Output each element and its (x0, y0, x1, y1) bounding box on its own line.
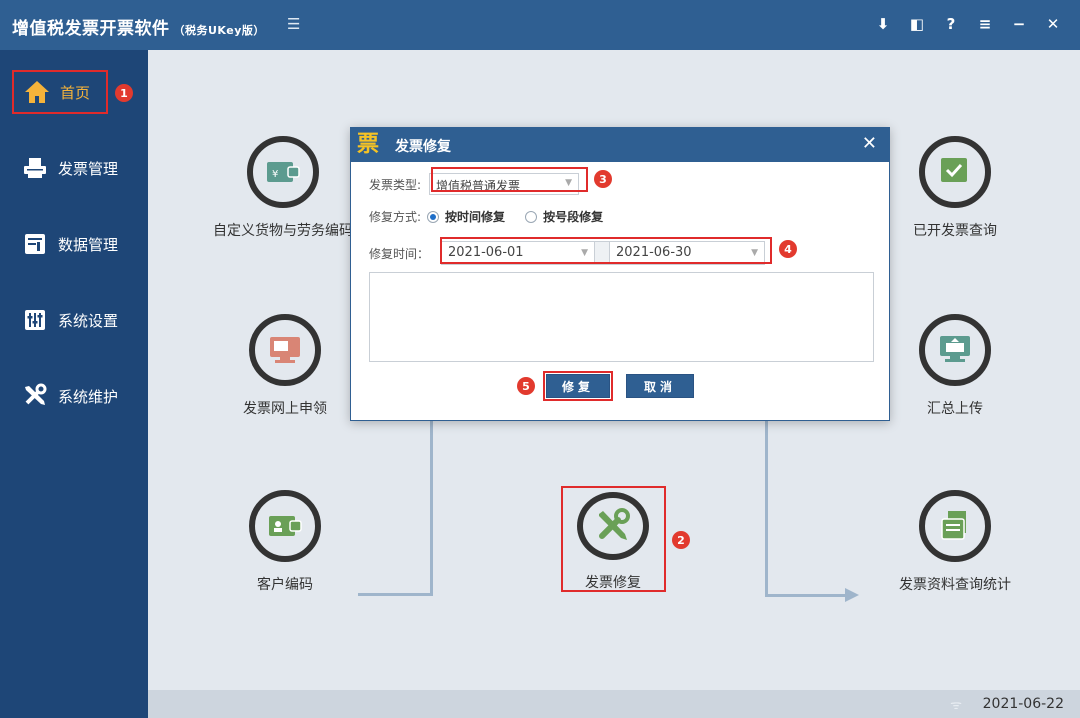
annotation-badge-2: 2 (672, 531, 690, 549)
tile-summary-upload[interactable]: 汇总上传 (880, 314, 1030, 418)
printer-icon (22, 155, 48, 181)
repair-time-label: 修复时间： (369, 246, 430, 261)
customer-coding-icon (249, 490, 321, 562)
help-icon[interactable]: ? (934, 10, 968, 38)
online-apply-icon (249, 314, 321, 386)
svg-text:¥: ¥ (272, 169, 278, 180)
sidebar-item-invoice-management[interactable]: 发票管理 (12, 146, 142, 190)
tile-label: 汇总上传 (927, 401, 983, 417)
app-subtitle: （税务UKey版） (173, 24, 265, 37)
radio-selected-icon (427, 210, 440, 223)
flow-connector (765, 420, 768, 597)
tile-label: 已开发票查询 (913, 223, 997, 239)
menu-collapse-icon[interactable]: ☰ (287, 15, 300, 33)
sidebar-item-home[interactable]: 首页 (12, 70, 108, 114)
repair-log-area[interactable] (369, 272, 874, 362)
tile-invoice-data-statistics[interactable]: 发票资料查询统计 (880, 490, 1030, 594)
repair-mode-label: 修复方式: (369, 210, 422, 224)
wifi-icon: ᯤ (950, 698, 962, 713)
flow-connector (358, 593, 433, 596)
cancel-button[interactable]: 取消 (626, 374, 694, 398)
sidebar-item-label: 发票管理 (58, 159, 119, 178)
repair-mode-row: 修复方式: 按时间修复 按号段修复 (369, 208, 623, 225)
settings-sliders-icon (22, 307, 48, 333)
flow-connector (765, 594, 845, 597)
tile-label: 客户编码 (257, 577, 313, 593)
sidebar-item-system-settings[interactable]: 系统设置 (12, 298, 142, 342)
tile-label: 自定义货物与劳务编码 (213, 223, 353, 239)
invoice-statistics-icon (919, 490, 991, 562)
home-icon (24, 79, 50, 105)
annotation-highlight (431, 167, 588, 192)
download-icon[interactable]: ⬇ (866, 10, 900, 38)
goods-coding-icon: ¥ (247, 136, 319, 208)
annotation-highlight (440, 237, 772, 264)
flow-arrow-icon (845, 588, 859, 602)
title-bar: 增值税发票开票软件 （税务UKey版） ☰ ⬇ ◧ ? ≡ − ✕ (0, 0, 1080, 50)
dialog-close-icon[interactable]: ✕ (862, 133, 877, 154)
annotation-badge-4: 4 (779, 240, 797, 258)
close-icon[interactable]: ✕ (1036, 10, 1070, 38)
sidebar-item-label: 首页 (60, 83, 91, 102)
radio-repair-by-time[interactable]: 按时间修复 (427, 208, 505, 225)
radio-label: 按时间修复 (445, 210, 506, 224)
tile-customer-coding[interactable]: 客户编码 (210, 490, 360, 594)
tile-label: 发票网上申领 (243, 401, 327, 417)
tools-icon (22, 383, 48, 409)
annotation-badge-3: 3 (594, 170, 612, 188)
data-icon (22, 231, 48, 257)
sidebar-item-label: 系统维护 (58, 387, 119, 406)
window-icon[interactable]: ◧ (900, 10, 934, 38)
invoice-query-icon (919, 136, 991, 208)
invoice-logo-icon: 票 (357, 132, 380, 157)
annotation-highlight (561, 486, 666, 592)
upload-icon (919, 314, 991, 386)
flow-connector (430, 420, 433, 595)
app-title: 增值税发票开票软件 （税务UKey版） (12, 14, 265, 39)
annotation-badge-5: 5 (517, 377, 535, 395)
window-controls: ⬇ ◧ ? ≡ − ✕ (866, 10, 1070, 38)
minimize-icon[interactable]: − (1002, 10, 1036, 38)
menu-icon[interactable]: ≡ (968, 10, 1002, 38)
tile-invoice-online-apply[interactable]: 发票网上申领 (210, 314, 360, 418)
radio-unselected-icon (525, 210, 538, 223)
app-title-text: 增值税发票开票软件 (12, 19, 170, 39)
tile-issued-invoice-query[interactable]: 已开发票查询 (880, 136, 1030, 240)
sidebar-item-label: 数据管理 (58, 235, 119, 254)
dialog-header: 票 发票修复 ✕ (351, 128, 889, 162)
status-date: 2021-06-22 (982, 696, 1064, 712)
tile-label: 发票资料查询统计 (899, 577, 1011, 593)
sidebar: 首页 发票管理 数据管理 系统设置 系统维护 (0, 50, 148, 718)
annotation-badge-1: 1 (115, 84, 133, 102)
dialog-title: 发票修复 (395, 139, 451, 155)
invoice-repair-dialog: 票 发票修复 ✕ 发票类型: 增值税普通发票 ▼ 3 修复方式: 按时间修复 按… (350, 127, 890, 421)
radio-label: 按号段修复 (543, 210, 604, 224)
sidebar-item-label: 系统设置 (58, 311, 119, 330)
radio-repair-by-segment[interactable]: 按号段修复 (525, 208, 603, 225)
invoice-type-label: 发票类型: (369, 177, 422, 192)
status-bar: ᯤ 2021-06-22 (148, 690, 1080, 718)
sidebar-item-system-maintenance[interactable]: 系统维护 (12, 374, 142, 418)
sidebar-item-data-management[interactable]: 数据管理 (12, 222, 142, 266)
annotation-highlight (543, 371, 613, 401)
